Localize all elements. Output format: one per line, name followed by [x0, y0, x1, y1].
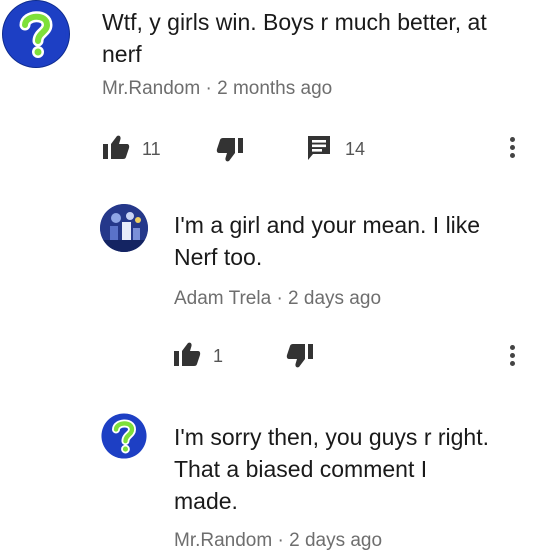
timestamp[interactable]: 2 days ago	[289, 530, 382, 551]
reply-count: 14	[345, 139, 366, 159]
author-name[interactable]: Mr.Random	[102, 78, 200, 99]
dislike-button[interactable]	[216, 137, 248, 165]
reply-comment-2: I'm sorry then, you guys r right. That a…	[0, 405, 541, 552]
meta-separator: ·	[276, 288, 283, 309]
comment-meta: Mr.Random · 2 months ago	[102, 77, 332, 101]
more-options-button[interactable]	[510, 137, 518, 163]
dislike-button[interactable]	[286, 343, 318, 371]
thumbs-down-icon	[286, 344, 313, 368]
reply-comment-1: I'm a girl and your mean. I like Nerf to…	[0, 195, 541, 380]
comment-text: I'm a girl and your mean. I like Nerf to…	[174, 212, 481, 270]
thumbs-up-icon	[103, 135, 130, 159]
like-count: 1	[213, 346, 224, 366]
comment-icon	[308, 136, 330, 160]
comment-1: Wtf, y girls win. Boys r much better, at…	[0, 0, 541, 170]
more-vertical-icon	[510, 137, 518, 158]
thumbs-down-icon	[216, 138, 243, 162]
comment-meta: Adam Trela · 2 days ago	[174, 287, 381, 311]
comment-meta: Mr.Random · 2 days ago	[174, 529, 382, 553]
meta-separator: ·	[205, 78, 212, 99]
avatar-photo[interactable]	[100, 204, 148, 252]
like-button[interactable]	[102, 134, 134, 162]
more-options-button[interactable]	[510, 345, 518, 371]
author-name[interactable]: Adam Trela	[174, 288, 271, 309]
author-name[interactable]: Mr.Random	[174, 530, 272, 551]
comment-text: Wtf, y girls win. Boys r much better, at…	[102, 9, 487, 67]
meta-separator: ·	[277, 530, 284, 551]
avatar-question-icon[interactable]	[3, 1, 69, 67]
avatar-question-icon[interactable]	[100, 412, 148, 460]
like-count: 11	[142, 139, 161, 159]
timestamp[interactable]: 2 months ago	[217, 78, 332, 99]
like-button[interactable]	[173, 341, 205, 369]
reply-button[interactable]	[306, 134, 336, 164]
comment-text: I'm sorry then, you guys r right. That a…	[174, 424, 490, 514]
timestamp[interactable]: 2 days ago	[288, 288, 381, 309]
thumbs-up-icon	[174, 342, 201, 366]
more-vertical-icon	[510, 345, 518, 366]
